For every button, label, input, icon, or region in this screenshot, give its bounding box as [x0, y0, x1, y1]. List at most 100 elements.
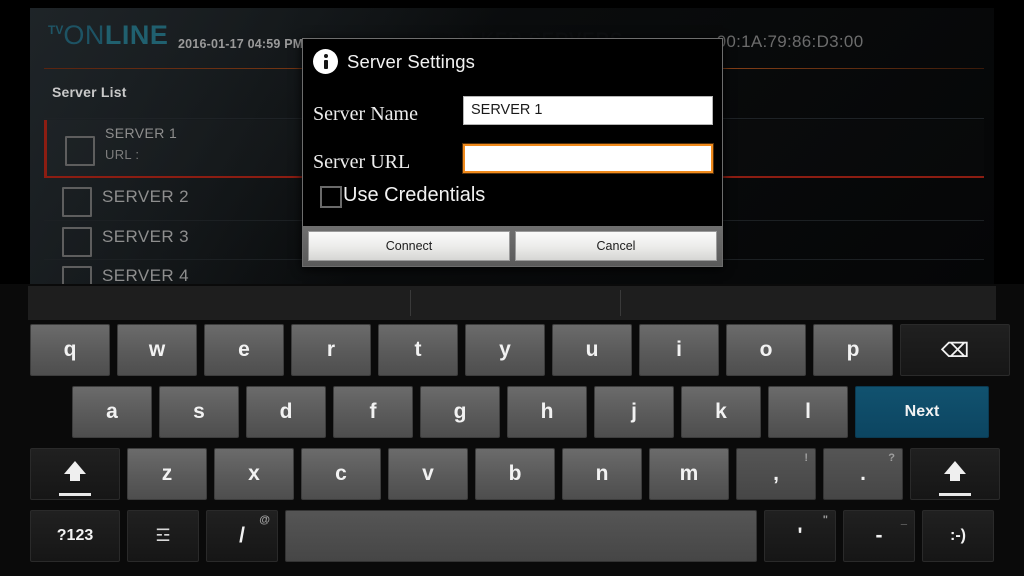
period-key-label: . — [860, 462, 866, 485]
shift-key-left[interactable]: ⇧ — [30, 448, 120, 500]
comma-key[interactable]: !, — [736, 448, 816, 500]
symbols-key-label: ?123 — [56, 527, 94, 544]
key-w[interactable]: w — [117, 324, 197, 376]
input-settings-key[interactable]: ☲ — [127, 510, 199, 562]
key-e[interactable]: e — [204, 324, 284, 376]
screen-root: TVONLINE 2016-01-17 04:59 PM STALKER SER… — [0, 0, 1024, 576]
key-q[interactable]: q — [30, 324, 110, 376]
shift-key-right[interactable]: ⇧ — [910, 448, 1000, 500]
app-logo: TVONLINE — [48, 22, 168, 49]
key-h-label: h — [540, 400, 554, 423]
key-t-label: t — [414, 338, 422, 361]
key-b-label: b — [508, 462, 522, 485]
apostrophe-key-alt-label: " — [822, 514, 828, 526]
server-name-3: SERVER 3 — [102, 227, 189, 246]
key-j[interactable]: j — [594, 386, 674, 438]
keyboard-inner: qwertyuiop⌫asdfghjklNext⇧zxcvbnm!,?.⇧?12… — [28, 284, 1010, 576]
apostrophe-key[interactable]: " ' — [764, 510, 836, 562]
key-t[interactable]: t — [378, 324, 458, 376]
key-l-label: l — [805, 400, 811, 423]
slash-key-alt-label: @ — [259, 514, 270, 526]
key-z-label: z — [161, 462, 173, 485]
key-u[interactable]: u — [552, 324, 632, 376]
cancel-button[interactable]: Cancel — [515, 231, 717, 261]
shift-arrow-stem — [950, 473, 960, 481]
period-key[interactable]: ?. — [823, 448, 903, 500]
server-name-2: SERVER 2 — [102, 187, 189, 206]
key-m[interactable]: m — [649, 448, 729, 500]
key-g[interactable]: g — [420, 386, 500, 438]
key-z[interactable]: z — [127, 448, 207, 500]
key-d[interactable]: d — [246, 386, 326, 438]
key-x[interactable]: x — [214, 448, 294, 500]
backspace-key-label: ⌫ — [940, 339, 970, 362]
server-settings-dialog: Server Settings Server Name SERVER 1 Ser… — [302, 38, 723, 267]
key-f[interactable]: f — [333, 386, 413, 438]
key-j-label: j — [631, 400, 637, 423]
next-key-label: Next — [904, 403, 940, 420]
on-screen-keyboard: qwertyuiop⌫asdfghjklNext⇧zxcvbnm!,?.⇧?12… — [0, 284, 1024, 576]
server-checkbox-3[interactable] — [62, 227, 92, 257]
key-s-label: s — [193, 400, 205, 423]
slash-key-label: / — [239, 524, 245, 547]
slash-key[interactable]: @ / — [206, 510, 278, 562]
connect-button[interactable]: Connect — [308, 231, 510, 261]
emoji-key[interactable]: :-) — [922, 510, 994, 562]
info-icon — [313, 49, 338, 74]
server-url-1: URL : — [105, 147, 140, 162]
use-credentials-label: Use Credentials — [343, 184, 486, 206]
key-b[interactable]: b — [475, 448, 555, 500]
server-name-input[interactable]: SERVER 1 — [463, 96, 713, 125]
server-url-field-row: Server URL — [303, 142, 722, 184]
shift-arrow-stem — [70, 473, 80, 481]
server-url-label: Server URL — [313, 151, 411, 173]
use-credentials-checkbox[interactable] — [320, 186, 342, 208]
server-checkbox-2[interactable] — [62, 187, 92, 217]
server-list-label: Server List — [52, 84, 127, 100]
input-settings-key-label: ☲ — [155, 526, 171, 545]
key-i[interactable]: i — [639, 324, 719, 376]
space-key[interactable] — [285, 510, 757, 562]
key-m-label: m — [679, 462, 699, 485]
suggestion-divider-1 — [410, 290, 411, 316]
dialog-title-row: Server Settings — [303, 39, 722, 80]
use-credentials-row[interactable]: Use Credentials — [303, 184, 722, 218]
datetime-label: 2016-01-17 04:59 PM — [178, 37, 304, 51]
symbols-key[interactable]: ?123 — [30, 510, 120, 562]
server-checkbox-1[interactable] — [65, 136, 95, 166]
logo-line: LINE — [104, 20, 169, 50]
key-s[interactable]: s — [159, 386, 239, 438]
key-k[interactable]: k — [681, 386, 761, 438]
suggestion-strip[interactable] — [28, 286, 996, 321]
comma-key-label: , — [773, 462, 779, 485]
key-v-label: v — [422, 462, 434, 485]
key-e-label: e — [238, 338, 250, 361]
key-l[interactable]: l — [768, 386, 848, 438]
backspace-key[interactable]: ⌫ — [900, 324, 1010, 376]
key-n[interactable]: n — [562, 448, 642, 500]
key-r-label: r — [326, 338, 336, 361]
key-a[interactable]: a — [72, 386, 152, 438]
server-name-1: SERVER 1 — [105, 125, 178, 141]
dialog-button-bar: Connect Cancel — [303, 226, 722, 266]
key-a-label: a — [106, 400, 118, 423]
comma-key-alt-label: ! — [804, 452, 808, 464]
server-name-4: SERVER 4 — [102, 266, 189, 285]
key-p[interactable]: p — [813, 324, 893, 376]
key-w-label: w — [148, 338, 166, 361]
key-o[interactable]: o — [726, 324, 806, 376]
period-key-alt-label: ? — [888, 452, 895, 464]
key-g-label: g — [453, 400, 467, 423]
key-y[interactable]: y — [465, 324, 545, 376]
next-key[interactable]: Next — [855, 386, 989, 438]
logo-on: ON — [63, 20, 105, 50]
server-url-input[interactable] — [463, 144, 713, 173]
hyphen-key[interactable]: _ - — [843, 510, 915, 562]
key-h[interactable]: h — [507, 386, 587, 438]
key-v[interactable]: v — [388, 448, 468, 500]
server-name-field-row: Server Name SERVER 1 — [303, 94, 722, 136]
key-c[interactable]: c — [301, 448, 381, 500]
key-u-label: u — [585, 338, 599, 361]
key-r[interactable]: r — [291, 324, 371, 376]
key-q-label: q — [63, 338, 77, 361]
